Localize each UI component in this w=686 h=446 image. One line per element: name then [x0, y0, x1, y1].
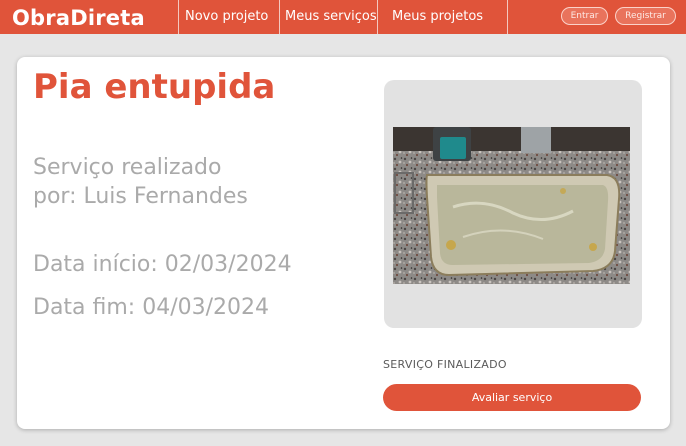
nav-new-project-link[interactable]: Novo projeto: [185, 9, 268, 24]
brand-logo[interactable]: ObraDireta: [12, 6, 145, 30]
nav-divider: [377, 0, 378, 34]
nav-divider: [507, 0, 508, 34]
service-detail-card: Pia entupida Serviço realizado por: Luis…: [17, 57, 670, 429]
performed-by-line-1: Serviço realizado: [33, 155, 222, 180]
rate-service-button[interactable]: Avaliar serviço: [383, 384, 641, 411]
nav-my-services-link[interactable]: Meus serviços: [285, 9, 377, 24]
nav-divider: [279, 0, 280, 34]
nav-my-projects-link[interactable]: Meus projetos: [392, 9, 483, 24]
login-button[interactable]: Entrar: [561, 7, 608, 25]
service-photo-frame: [384, 80, 642, 328]
service-title: Pia entupida: [33, 67, 276, 107]
register-button[interactable]: Registrar: [615, 7, 676, 25]
service-status-label: SERVIÇO FINALIZADO: [383, 358, 507, 371]
end-date-text: Data fim: 04/03/2024: [33, 295, 270, 320]
performed-by-line-2: por: Luis Fernandes: [33, 184, 248, 209]
start-date-text: Data início: 02/03/2024: [33, 252, 292, 277]
nav-divider: [178, 0, 179, 34]
sink-illustration: [393, 127, 630, 284]
performed-by-text: Serviço realizado por: Luis Fernandes: [33, 153, 248, 211]
clogged-sink-photo: [393, 127, 630, 284]
top-navigation-bar: ObraDireta Novo projeto Meus serviços Me…: [0, 0, 686, 34]
